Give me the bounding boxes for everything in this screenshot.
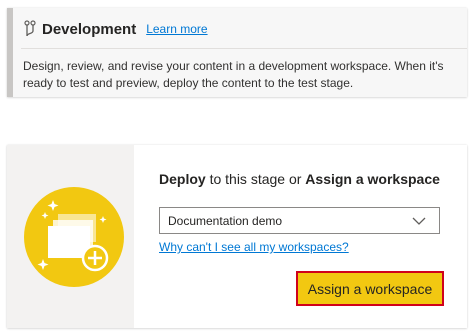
divider [21,48,467,49]
assign-workspace-button[interactable]: Assign a workspace [296,271,444,306]
stage-accent-bar [7,8,13,97]
workspace-select-value: Documentation demo [168,213,283,228]
illustration-panel [7,145,134,328]
workspace-add-illustration [24,187,124,287]
assign-workspace-card: Deploy to this stage or Assign a workspa… [7,145,467,328]
assign-heading-assign: Assign a workspace [305,171,440,187]
stage-header: Development Learn more [23,18,208,40]
stage-title: Development [42,20,137,38]
assign-heading: Deploy to this stage or Assign a workspa… [159,171,440,187]
learn-more-link[interactable]: Learn more [146,22,207,36]
assign-heading-middle: to this stage or [205,171,306,187]
stage-description: Design, review, and revise your content … [23,59,444,90]
stage-info-card: Development Learn more Design, review, a… [7,8,467,97]
chevron-down-icon [412,217,426,225]
workspace-select[interactable]: Documentation demo [159,207,440,234]
missing-workspaces-link[interactable]: Why can't I see all my workspaces? [159,240,349,254]
assign-button-label: Assign a workspace [307,280,433,297]
stage-icon [24,20,36,37]
assign-heading-deploy: Deploy [159,171,206,187]
